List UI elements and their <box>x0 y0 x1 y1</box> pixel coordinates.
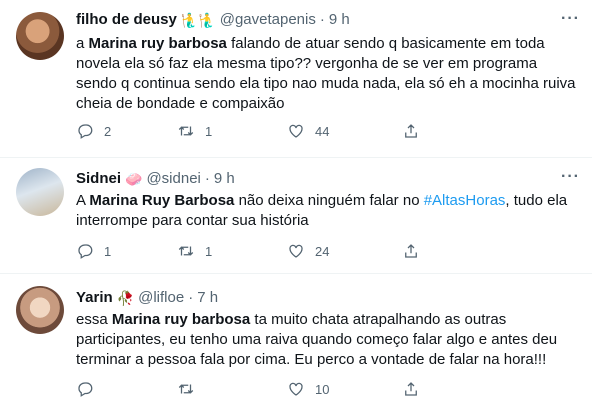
retweet-icon <box>178 246 194 256</box>
share-button[interactable] <box>402 242 420 260</box>
retweet-icon <box>178 126 194 136</box>
share-icon <box>405 124 417 138</box>
retweet-count: 1 <box>205 243 213 259</box>
retweet-button[interactable] <box>177 380 195 398</box>
name-emoji: 🧼 <box>125 171 143 187</box>
like-button[interactable]: 24 <box>287 242 329 260</box>
tweet-actions: 2 1 44 <box>76 122 576 142</box>
text-part: A <box>76 192 90 209</box>
user-name[interactable]: Sidnei <box>76 169 121 189</box>
like-count: 24 <box>315 243 330 259</box>
avatar[interactable] <box>16 12 64 60</box>
retweet-button[interactable]: 1 <box>177 122 212 140</box>
share-icon <box>405 244 417 258</box>
name-emoji: 🥀 <box>116 290 135 306</box>
user-handle[interactable]: @lifloe <box>138 288 184 308</box>
reply-button[interactable]: 2 <box>76 122 111 140</box>
tweet-text: essa Marina ruy barbosa ta muito chata a… <box>76 310 576 370</box>
reply-button[interactable]: 1 <box>76 242 111 260</box>
tweet-card[interactable]: Yarin 🥀 @lifloe · 7 h essa Marina ruy ba… <box>0 274 592 414</box>
like-icon <box>289 124 303 138</box>
tweet-card[interactable]: filho de deusy 🧜‍♂️🧜‍♂️ @gavetapenis · 9… <box>0 0 592 158</box>
more-icon[interactable]: ··· <box>561 168 580 186</box>
tweet-header: Yarin 🥀 @lifloe · 7 h <box>76 288 218 308</box>
text-bold: Marina Ruy Barbosa <box>89 192 235 209</box>
text-bold: Marina ruy barbosa <box>88 35 227 52</box>
like-count: 10 <box>315 381 330 397</box>
tweet-card[interactable]: Sidnei 🧼 @sidnei · 9 h ··· A Marina Ruy … <box>0 158 592 274</box>
reply-count: 1 <box>104 243 112 259</box>
timestamp[interactable]: 7 h <box>197 288 218 308</box>
text-bold: Marina ruy barbosa <box>111 311 251 328</box>
like-count: 44 <box>315 123 330 139</box>
text-part: não deixa ninguém falar no <box>234 192 424 209</box>
share-button[interactable] <box>402 122 420 140</box>
tweet-actions: 1 1 24 <box>76 242 576 262</box>
retweet-button[interactable]: 1 <box>177 242 212 260</box>
like-icon <box>289 382 303 396</box>
tweet-actions: 10 <box>76 380 576 400</box>
retweet-count: 1 <box>205 123 213 139</box>
tweet-header: Sidnei 🧼 @sidnei · 9 h <box>76 169 235 189</box>
tweet-header: filho de deusy 🧜‍♂️🧜‍♂️ @gavetapenis · 9… <box>76 10 350 30</box>
share-icon <box>405 382 417 396</box>
reply-button[interactable] <box>76 380 94 398</box>
reply-icon <box>78 124 93 139</box>
tweet-text: a Marina ruy barbosa falando de atuar se… <box>76 34 576 114</box>
user-name[interactable]: filho de deusy <box>76 10 177 30</box>
text-part: a <box>76 35 89 52</box>
reply-icon <box>78 244 93 259</box>
timestamp[interactable]: 9 h <box>329 10 350 30</box>
text-part: essa <box>76 311 112 328</box>
user-handle[interactable]: @sidnei <box>146 169 200 189</box>
retweet-icon <box>178 384 194 394</box>
avatar[interactable] <box>16 168 64 216</box>
separator-dot: · <box>204 170 210 187</box>
more-icon[interactable]: ··· <box>561 10 580 28</box>
name-emoji: 🧜‍♂️🧜‍♂️ <box>180 12 216 28</box>
user-name[interactable]: Yarin <box>76 288 113 308</box>
avatar[interactable] <box>16 286 64 334</box>
like-button[interactable]: 44 <box>287 122 329 140</box>
user-handle[interactable]: @gavetapenis <box>220 10 316 30</box>
like-icon <box>289 244 303 258</box>
timestamp[interactable]: 9 h <box>214 169 235 189</box>
separator-dot: · <box>188 289 194 306</box>
tweet-text: A Marina Ruy Barbosa não deixa ninguém f… <box>76 191 576 231</box>
separator-dot: · <box>319 11 325 28</box>
reply-icon <box>78 382 93 397</box>
like-button[interactable]: 10 <box>287 380 329 398</box>
reply-count: 2 <box>104 123 112 139</box>
hashtag-link[interactable]: #AltasHoras <box>424 192 506 209</box>
share-button[interactable] <box>402 380 420 398</box>
